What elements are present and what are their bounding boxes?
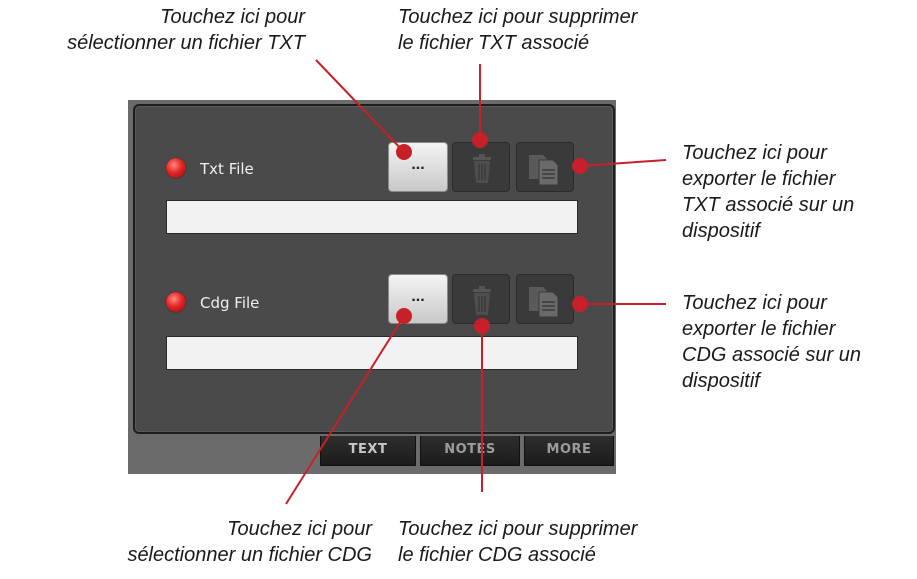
tab-text[interactable]: TEXT xyxy=(320,436,416,466)
export-documents-icon xyxy=(529,155,559,186)
callout-select-txt: Touchez ici pour sélectionner un fichier… xyxy=(67,6,305,54)
delete-cdg-button[interactable] xyxy=(452,274,510,324)
delete-txt-button[interactable] xyxy=(452,142,510,192)
txt-file-path-field[interactable] xyxy=(166,200,578,234)
tab-notes[interactable]: NOTES xyxy=(420,436,520,466)
callout-export-txt: Touchez ici pour exporter le fichier TXT… xyxy=(682,142,855,242)
callout-export-cdg: Touchez ici pour exporter le fichier CDG… xyxy=(682,292,861,392)
red-led-icon xyxy=(166,158,186,178)
red-led-icon xyxy=(166,292,186,312)
trash-icon xyxy=(473,154,491,183)
browse-cdg-button[interactable]: ... xyxy=(388,274,448,324)
export-txt-button[interactable] xyxy=(516,142,574,192)
export-documents-icon xyxy=(529,287,559,318)
export-cdg-button[interactable] xyxy=(516,274,574,324)
browse-txt-button[interactable]: ... xyxy=(388,142,448,192)
txt-file-label: Txt File xyxy=(200,160,254,178)
tab-more[interactable]: MORE xyxy=(524,436,614,466)
cdg-file-path-field[interactable] xyxy=(166,336,578,370)
callout-delete-cdg: Touchez ici pour supprimer le fichier CD… xyxy=(398,518,638,566)
trash-icon xyxy=(473,286,491,315)
callout-delete-txt: Touchez ici pour supprimer le fichier TX… xyxy=(398,6,638,54)
cdg-file-label: Cdg File xyxy=(200,294,260,312)
callout-select-cdg: Touchez ici pour sélectionner un fichier… xyxy=(127,518,372,566)
